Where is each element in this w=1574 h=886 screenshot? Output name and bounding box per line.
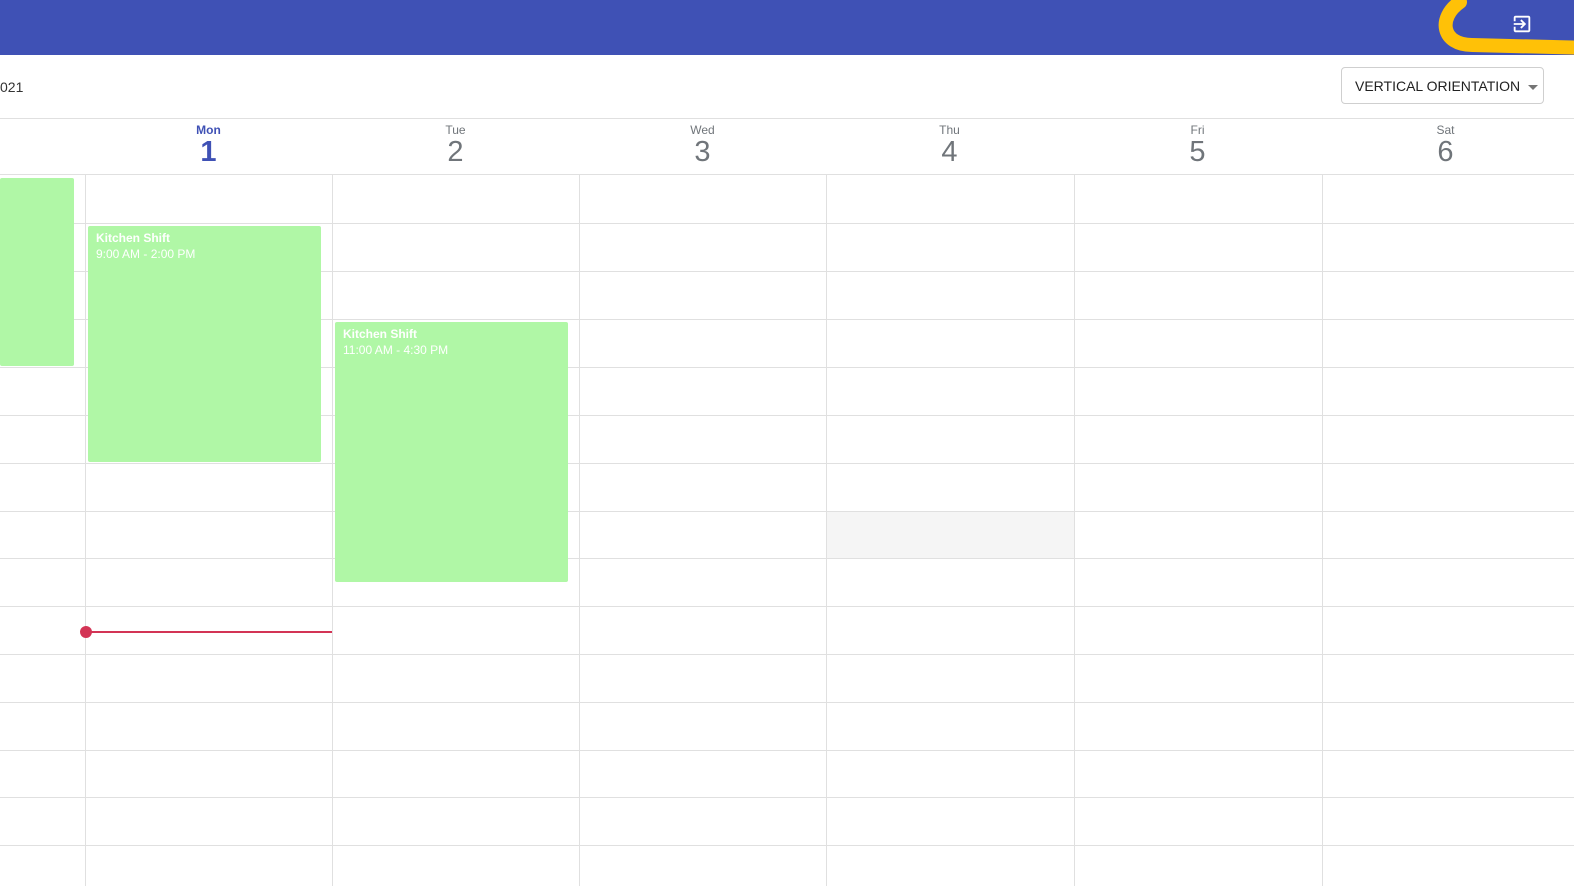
hour-divider — [0, 558, 1574, 559]
day-column-divider — [1322, 175, 1323, 886]
week-time-grid[interactable]: Kitchen Shift 9:00 AM - 2:00 PM Kitchen … — [0, 175, 1574, 886]
day-header-fri[interactable]: Fri 5 — [1074, 119, 1321, 167]
hour-divider — [0, 797, 1574, 798]
login-icon — [1513, 15, 1531, 33]
event-time: 11:00 AM - 4:30 PM — [343, 343, 449, 357]
weekday-label: Wed — [690, 123, 715, 137]
hour-divider — [0, 606, 1574, 607]
hour-divider — [0, 463, 1574, 464]
hour-divider — [0, 654, 1574, 655]
logout-button[interactable] — [1502, 4, 1542, 44]
event-title: Kitchen Shift — [96, 231, 170, 245]
hour-divider — [0, 702, 1574, 703]
day-header-mon[interactable]: Mon 1 — [85, 119, 332, 167]
day-header-wed[interactable]: Wed 3 — [579, 119, 826, 167]
orientation-select[interactable]: VERTICAL ORIENTATION — [1341, 67, 1544, 104]
month-label: 021 — [0, 79, 24, 95]
day-column-divider — [85, 175, 86, 886]
day-column-divider — [579, 175, 580, 886]
selected-time-slot[interactable] — [827, 511, 1074, 558]
weekday-label: Tue — [445, 123, 466, 137]
event-kitchen-shift-mon[interactable]: Kitchen Shift 9:00 AM - 2:00 PM — [88, 226, 321, 462]
event-time: 9:00 AM - 2:00 PM — [96, 247, 196, 261]
day-column-divider — [332, 175, 333, 886]
hour-divider — [0, 223, 1574, 224]
day-column-divider — [1074, 175, 1075, 886]
orientation-select-value: VERTICAL ORIENTATION — [1355, 77, 1521, 94]
day-number: 4 — [941, 136, 958, 168]
day-number: 5 — [1189, 136, 1206, 168]
hour-divider — [0, 845, 1574, 846]
day-number: 6 — [1437, 136, 1454, 168]
dropdown-arrow-icon — [1528, 85, 1538, 90]
hour-divider — [0, 511, 1574, 512]
day-number: 3 — [694, 136, 711, 168]
day-number: 2 — [447, 136, 464, 168]
day-column-divider — [826, 175, 827, 886]
calendar-toolbar: 021 VERTICAL ORIENTATION — [0, 55, 1574, 118]
day-header-thu[interactable]: Thu 4 — [826, 119, 1073, 167]
day-header-sat[interactable]: Sat 6 — [1322, 119, 1569, 167]
week-header: Mon 1 Tue 2 Wed 3 Thu 4 Fri 5 Sat 6 — [0, 118, 1574, 175]
app-bar — [0, 0, 1574, 55]
day-header-tue[interactable]: Tue 2 — [332, 119, 579, 167]
event-partial[interactable] — [0, 178, 74, 366]
event-kitchen-shift-tue[interactable]: Kitchen Shift 11:00 AM - 4:30 PM — [335, 322, 568, 582]
current-time-line — [86, 631, 332, 633]
weekday-label: Fri — [1190, 123, 1205, 137]
hour-divider — [0, 750, 1574, 751]
day-number: 1 — [200, 136, 217, 168]
weekday-label: Mon — [196, 123, 221, 137]
current-time-dot — [80, 626, 92, 638]
weekday-label: Sat — [1436, 123, 1455, 137]
weekday-label: Thu — [939, 123, 960, 137]
event-title: Kitchen Shift — [343, 327, 417, 341]
